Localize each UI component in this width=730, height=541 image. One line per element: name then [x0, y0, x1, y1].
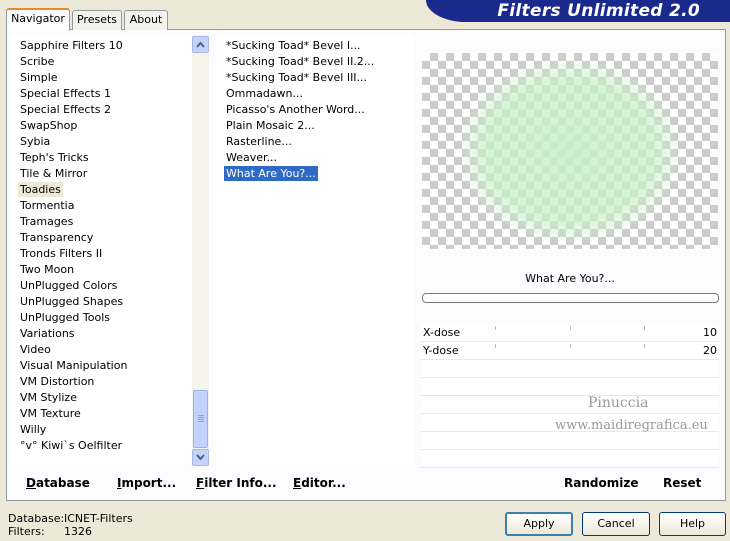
filter-item[interactable]: Picasso's Another Word...: [224, 102, 367, 117]
category-item[interactable]: SwapShop: [18, 118, 79, 133]
scroll-thumb[interactable]: [193, 390, 208, 448]
category-item[interactable]: Visual Manipulation: [18, 358, 129, 373]
param-row-y-dose[interactable]: Y-dose 20: [421, 342, 719, 360]
status-database: Database: ICNET-Filters: [8, 512, 133, 525]
category-item[interactable]: VM Texture: [18, 406, 83, 421]
category-item[interactable]: °v° Kiwi`s Oelfilter: [18, 438, 124, 453]
category-item[interactable]: Tormentia: [18, 198, 76, 213]
filter-list[interactable]: *Sucking Toad* Bevel I... *Sucking Toad* …: [216, 35, 414, 465]
filter-info-link[interactable]: Filter Info...: [196, 476, 277, 490]
category-list[interactable]: Sapphire Filters 10 Scribe Simple Special E…: [10, 35, 210, 465]
category-item[interactable]: Special Effects 2: [18, 102, 113, 117]
category-item[interactable]: Willy: [18, 422, 48, 437]
category-item[interactable]: UnPlugged Shapes: [18, 294, 125, 309]
category-item[interactable]: Special Effects 1: [18, 86, 113, 101]
param-label: Y-dose: [423, 344, 459, 357]
preview-effect: [462, 61, 678, 241]
param-value: 10: [703, 326, 717, 339]
param-row-empty: [421, 396, 719, 414]
filter-item[interactable]: *Sucking Toad* Bevel III...: [224, 70, 369, 85]
category-item[interactable]: Variations: [18, 326, 77, 341]
apply-button[interactable]: Apply: [505, 512, 573, 536]
status-filters: Filters: 1326: [8, 525, 92, 538]
category-item[interactable]: Transparency: [18, 230, 95, 245]
randomize-link[interactable]: Randomize: [564, 476, 638, 490]
reset-link[interactable]: Reset: [663, 476, 701, 490]
param-label: X-dose: [423, 326, 461, 339]
help-button[interactable]: Help: [659, 512, 726, 536]
status-database-value: ICNET-Filters: [64, 512, 133, 525]
status-filters-value: 1326: [64, 525, 92, 538]
database-link[interactable]: Database: [26, 476, 90, 490]
param-value: 20: [703, 344, 717, 357]
tab-presets[interactable]: Presets: [72, 10, 122, 30]
app-title: Filters Unlimited 2.0: [497, 1, 700, 21]
filter-item[interactable]: Ommadawn...: [224, 86, 305, 101]
filter-item[interactable]: Weaver...: [224, 150, 279, 165]
title-banner: Filters Unlimited 2.0: [426, 0, 730, 22]
chevron-down-icon: [196, 454, 205, 461]
filter-item[interactable]: What Are You?...: [224, 166, 318, 181]
category-item[interactable]: Sapphire Filters 10: [18, 38, 125, 53]
status-database-label: Database:: [8, 512, 65, 525]
selected-filter-name: What Are You?...: [525, 272, 615, 285]
category-item[interactable]: Simple: [18, 70, 60, 85]
category-item[interactable]: VM Distortion: [18, 374, 96, 389]
category-item[interactable]: UnPlugged Colors: [18, 278, 119, 293]
category-item[interactable]: Video: [18, 342, 53, 357]
param-row-empty: [421, 360, 719, 378]
progress-bar: [422, 293, 719, 303]
filter-item[interactable]: Plain Mosaic 2...: [224, 118, 317, 133]
import-link[interactable]: Import...: [117, 476, 176, 490]
scroll-up-button[interactable]: [192, 36, 209, 53]
category-item[interactable]: UnPlugged Tools: [18, 310, 112, 325]
chevron-up-icon: [196, 41, 205, 48]
category-item[interactable]: Tramages: [18, 214, 75, 229]
param-row-empty: [421, 450, 719, 468]
param-row-empty: [421, 432, 719, 450]
category-item[interactable]: Two Moon: [18, 262, 76, 277]
category-item[interactable]: Tronds Filters II: [18, 246, 104, 261]
filter-item[interactable]: *Sucking Toad* Bevel II.2...: [224, 54, 376, 69]
category-item[interactable]: VM Stylize: [18, 390, 79, 405]
tab-about[interactable]: About: [124, 10, 168, 30]
param-row-empty: [421, 378, 719, 396]
editor-link[interactable]: Editor...: [293, 476, 346, 490]
watermark-name: Pinuccia: [588, 395, 649, 411]
category-item[interactable]: Sybia: [18, 134, 52, 149]
filter-item[interactable]: Rasterline...: [224, 134, 294, 149]
parameters-panel: X-dose 10 Y-dose 20: [421, 324, 719, 468]
param-row-x-dose[interactable]: X-dose 10: [421, 324, 719, 342]
tab-navigator[interactable]: Navigator: [6, 8, 70, 31]
scroll-down-button[interactable]: [192, 449, 209, 466]
category-item[interactable]: Tile & Mirror: [18, 166, 89, 181]
cancel-button[interactable]: Cancel: [582, 512, 650, 536]
category-item[interactable]: Toadies: [18, 182, 63, 197]
watermark-url: www.maidiregrafica.eu: [555, 418, 708, 433]
category-item[interactable]: Scribe: [18, 54, 56, 69]
preview-canvas: [422, 53, 718, 249]
status-filters-label: Filters:: [8, 525, 45, 538]
category-item[interactable]: Teph's Tricks: [18, 150, 91, 165]
filter-item[interactable]: *Sucking Toad* Bevel I...: [224, 38, 363, 53]
